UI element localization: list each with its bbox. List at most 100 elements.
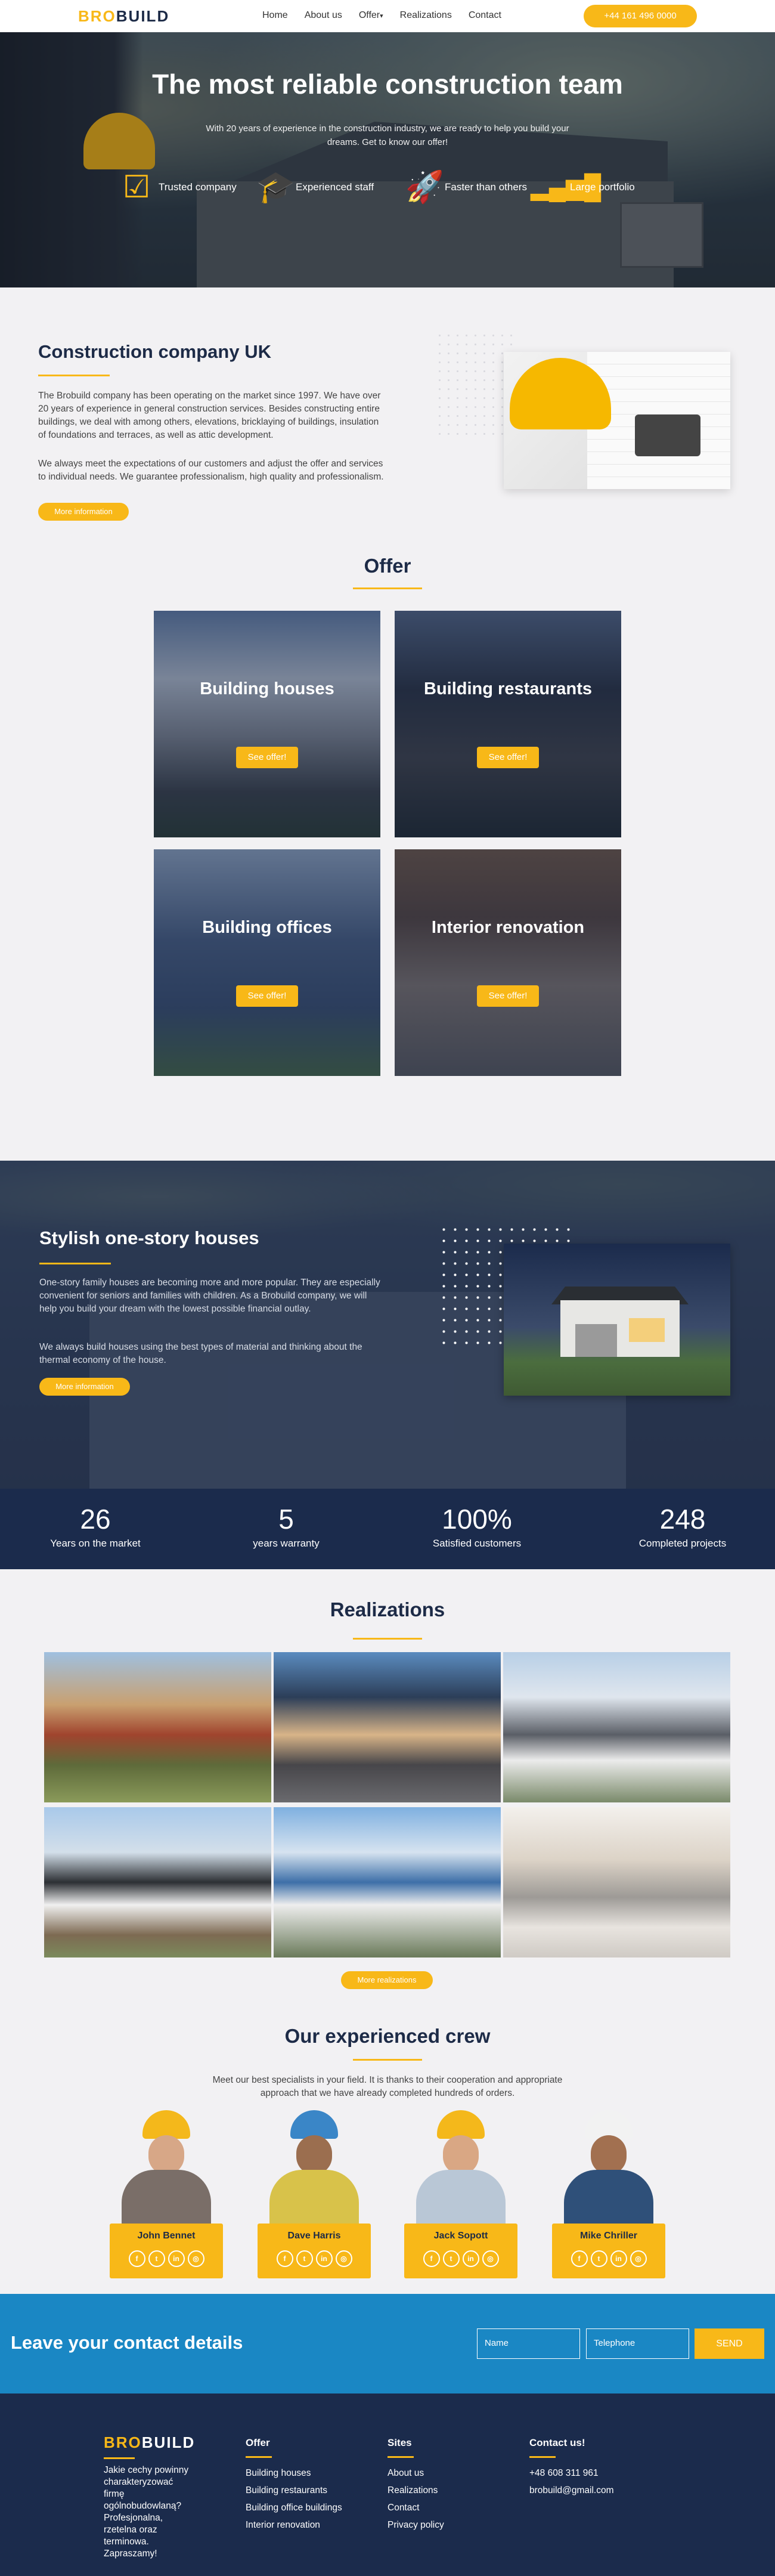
see-offer-button[interactable]: See offer! [236, 985, 298, 1007]
send-button[interactable]: SEND [695, 2328, 764, 2359]
footer-link[interactable]: About us [388, 2464, 444, 2482]
title-underline [104, 2457, 135, 2459]
offer-card-houses[interactable]: Building houses See offer! [154, 611, 380, 837]
stat-warranty: 5 years warranty [253, 1504, 320, 1549]
facebook-icon[interactable]: f [571, 2250, 588, 2267]
realization-image[interactable] [274, 1807, 501, 1957]
social-links: f t in ◎ [552, 2250, 665, 2267]
crew-name: Dave Harris [287, 2231, 341, 2241]
instagram-icon[interactable]: ◎ [482, 2250, 499, 2267]
facebook-icon[interactable]: f [128, 2250, 145, 2267]
realization-image[interactable] [44, 1807, 271, 1957]
realizations-title: Realizations [330, 1598, 445, 1621]
twitter-icon[interactable]: t [442, 2250, 460, 2267]
card-title: Building restaurants [424, 679, 592, 698]
stat-customers: 100% Satisfied customers [432, 1504, 522, 1549]
social-links: f t in ◎ [110, 2250, 223, 2267]
card-overlay [395, 849, 621, 1076]
crew-title: Our experienced crew [284, 2025, 491, 2047]
linkedin-icon[interactable]: in [462, 2250, 479, 2267]
footer-offer-title: Offer [246, 2437, 270, 2448]
title-underline [353, 2059, 422, 2061]
name-input[interactable]: Name [477, 2328, 580, 2359]
nav-contact[interactable]: Contact [469, 10, 501, 21]
offer-title: Offer [364, 555, 411, 577]
feature-trusted: ☑ Trusted company [119, 169, 237, 205]
card-title: Interior renovation [431, 918, 585, 937]
footer-link[interactable]: Contact [388, 2499, 444, 2516]
footer-logo[interactable]: BROBUILD [104, 2433, 195, 2452]
footer-link[interactable]: Privacy policy [388, 2516, 444, 2534]
footer-offer-links: Building houses Building restaurants Bui… [246, 2464, 342, 2534]
instagram-icon[interactable]: ◎ [630, 2250, 647, 2267]
nav-home[interactable]: Home [262, 10, 288, 21]
crew-photo [559, 2110, 658, 2224]
twitter-icon[interactable]: t [148, 2250, 165, 2267]
see-offer-button[interactable]: See offer! [477, 747, 539, 768]
rocket-icon: 🚀 [405, 170, 444, 205]
facebook-icon[interactable]: f [276, 2250, 293, 2267]
crew-name: Mike Chriller [579, 2231, 638, 2241]
phone-button[interactable]: +44 161 496 0000 [584, 5, 697, 27]
footer-email[interactable]: brobuild@gmail.com [529, 2482, 614, 2499]
realization-image[interactable] [44, 1652, 271, 1802]
see-offer-button[interactable]: See offer! [236, 747, 298, 768]
company-paragraph-2: We always meet the expectations of our c… [38, 459, 384, 482]
linkedin-icon[interactable]: in [168, 2250, 185, 2267]
twitter-icon[interactable]: t [590, 2250, 607, 2267]
bar-chart-icon: ▂▄▆█ [531, 174, 602, 200]
main-nav: Home About us Offer▾ Realizations Contac… [262, 10, 518, 21]
realization-image[interactable] [274, 1652, 501, 1802]
offer-card-interior[interactable]: Interior renovation See offer! [395, 849, 621, 1076]
footer-contact-title: Contact us! [529, 2437, 585, 2448]
more-realizations-button[interactable]: More realizations [341, 1971, 433, 1989]
stylish-paragraph-2: We always build houses using the best ty… [39, 1342, 362, 1365]
logo[interactable]: BROBUILD [78, 7, 169, 26]
footer-link[interactable]: Building restaurants [246, 2482, 342, 2499]
crew-subtitle: Meet our best specialists in your field.… [212, 2075, 563, 2098]
footer-tagline: Jakie cechy powinny charakteryzować firm… [104, 2465, 189, 2559]
nav-realizations[interactable]: Realizations [400, 10, 452, 21]
footer-link[interactable]: Realizations [388, 2482, 444, 2499]
linkedin-icon[interactable]: in [315, 2250, 333, 2267]
instagram-icon[interactable]: ◎ [187, 2250, 204, 2267]
realization-image[interactable] [503, 1807, 730, 1957]
social-links: f t in ◎ [258, 2250, 371, 2267]
chevron-down-icon: ▾ [380, 13, 383, 20]
footer-link[interactable]: Building office buildings [246, 2499, 342, 2516]
footer-link[interactable]: Building houses [246, 2464, 342, 2482]
footer-sites-title: Sites [388, 2437, 412, 2448]
crew-member: Dave Harris f t in ◎ [258, 2110, 371, 2278]
title-underline [38, 375, 110, 376]
title-underline [39, 1263, 111, 1264]
see-offer-button[interactable]: See offer! [477, 985, 539, 1007]
nav-offer[interactable]: Offer▾ [359, 10, 383, 21]
footer-sites-links: About us Realizations Contact Privacy po… [388, 2464, 444, 2534]
card-overlay [395, 611, 621, 837]
feature-portfolio: ▂▄▆█ Large portfolio [531, 169, 635, 205]
company-more-button[interactable]: More information [38, 503, 129, 521]
offer-card-restaurants[interactable]: Building restaurants See offer! [395, 611, 621, 837]
telephone-input[interactable]: Telephone [586, 2328, 689, 2359]
footer-link[interactable]: Interior renovation [246, 2516, 342, 2534]
hero-section: The most reliable construction team With… [0, 32, 775, 287]
stylish-more-button[interactable]: More information [39, 1378, 130, 1396]
linkedin-icon[interactable]: in [610, 2250, 627, 2267]
stat-projects: 248 Completed projects [638, 1504, 727, 1549]
realization-image[interactable] [503, 1652, 730, 1802]
offer-card-offices[interactable]: Building offices See offer! [154, 849, 380, 1076]
feature-faster: 🚀 Faster than others [405, 170, 527, 205]
card-title: Building offices [202, 918, 332, 937]
footer-phone[interactable]: +48 608 311 961 [529, 2464, 614, 2482]
card-title: Building houses [200, 679, 334, 698]
nav-about-us[interactable]: About us [305, 10, 342, 21]
checkbox-icon: ☑ [122, 170, 151, 205]
crew-member: Mike Chriller f t in ◎ [552, 2110, 665, 2278]
company-image [504, 352, 730, 489]
twitter-icon[interactable]: t [296, 2250, 313, 2267]
title-underline [388, 2456, 414, 2458]
title-underline [353, 1638, 422, 1640]
crew-member: John Bennet f t in ◎ [110, 2110, 223, 2278]
facebook-icon[interactable]: f [423, 2250, 440, 2267]
instagram-icon[interactable]: ◎ [335, 2250, 352, 2267]
